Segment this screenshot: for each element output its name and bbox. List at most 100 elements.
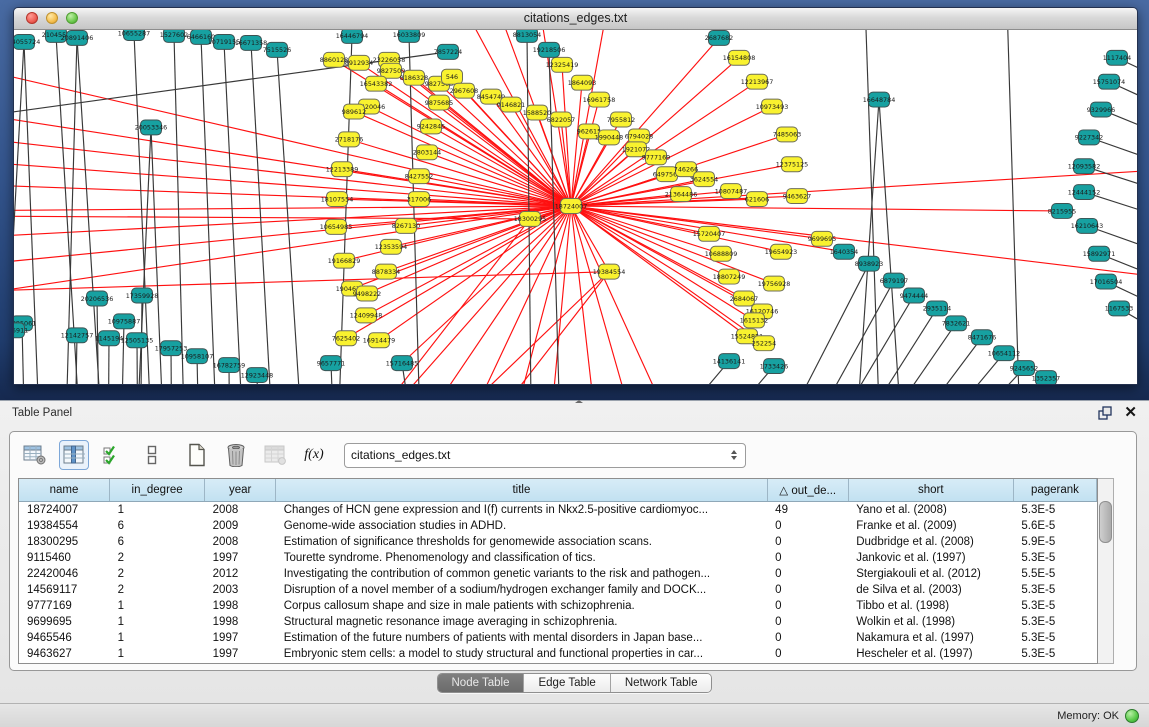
- network-node[interactable]: 10654112: [988, 346, 1021, 361]
- network-node[interactable]: 8215955: [1048, 204, 1076, 219]
- network-node[interactable]: 8878334: [372, 264, 400, 279]
- row-options-button[interactable]: [137, 440, 167, 470]
- network-node[interactable]: 1990448: [595, 130, 623, 145]
- network-node[interactable]: 7485063: [773, 127, 801, 142]
- network-node[interactable]: 2684067: [730, 291, 758, 306]
- network-node[interactable]: 19218506: [533, 42, 566, 57]
- network-node[interactable]: 1352357: [1032, 371, 1060, 384]
- network-node[interactable]: 18107554: [321, 192, 354, 207]
- tab-node-table[interactable]: Node Table: [438, 674, 525, 692]
- column-header[interactable]: pagerank: [1013, 479, 1096, 502]
- table-row[interactable]: 911546021997Tourette syndrome. Phenomeno…: [19, 550, 1097, 566]
- table-row[interactable]: 1830029562008Estimation of significance …: [19, 534, 1097, 550]
- tab-network-table[interactable]: Network Table: [611, 674, 712, 692]
- network-node[interactable]: 16446794: [336, 30, 369, 43]
- network-node[interactable]: 10654985: [320, 219, 353, 234]
- column-header[interactable]: in_degree: [110, 479, 205, 502]
- network-node[interactable]: 8912934: [345, 55, 373, 70]
- table-row[interactable]: 2242004622012Investigating the contribut…: [19, 566, 1097, 582]
- network-node[interactable]: 8267130: [392, 218, 420, 233]
- network-node[interactable]: 19166829: [328, 253, 361, 268]
- network-node[interactable]: 12213389: [326, 162, 359, 177]
- network-node[interactable]: 9227342: [1075, 130, 1103, 145]
- table-row[interactable]: 1938455462009Genome-wide association stu…: [19, 518, 1097, 534]
- network-node[interactable]: 20206536: [81, 291, 114, 306]
- network-node[interactable]: 12325419: [546, 57, 579, 72]
- network-node[interactable]: 12142757: [61, 328, 94, 343]
- network-node[interactable]: 9875685: [425, 95, 453, 110]
- network-node[interactable]: 12093582: [1068, 159, 1101, 174]
- network-node[interactable]: 15892971: [1083, 246, 1116, 261]
- network-node[interactable]: 6822057: [547, 112, 575, 127]
- float-panel-icon[interactable]: [1098, 406, 1112, 420]
- table-row[interactable]: 977716911998Corpus callosum shape and si…: [19, 598, 1097, 614]
- network-node[interactable]: 8938923: [855, 256, 883, 271]
- table-row[interactable]: 1456911722003Disruption of a novel membe…: [19, 582, 1097, 598]
- network-node[interactable]: 12409948: [350, 308, 383, 323]
- network-node[interactable]: 9329966: [1087, 102, 1115, 117]
- network-node[interactable]: 989612: [342, 104, 366, 119]
- network-node[interactable]: 19384554: [593, 264, 626, 279]
- splitter-handle[interactable]: [575, 400, 589, 405]
- network-node[interactable]: 546: [442, 69, 463, 84]
- network-node[interactable]: 1167533: [1105, 301, 1133, 316]
- network-node[interactable]: 12444152: [1068, 185, 1101, 200]
- network-node[interactable]: 24055724: [14, 34, 40, 49]
- table-row[interactable]: 946554611997Estimation of the future num…: [19, 630, 1097, 646]
- network-node[interactable]: 12923448: [241, 368, 274, 383]
- network-node[interactable]: 9463627: [783, 189, 811, 204]
- network-node[interactable]: 9474444: [900, 288, 928, 303]
- network-node[interactable]: 19756928: [758, 276, 791, 291]
- select-columns-button[interactable]: [98, 440, 128, 470]
- function-builder-button[interactable]: f(x): [299, 440, 329, 470]
- show-columns-button[interactable]: [59, 440, 89, 470]
- network-node[interactable]: 8427552: [405, 169, 433, 184]
- network-node[interactable]: 17359928: [126, 288, 159, 303]
- network-node[interactable]: 1615132: [740, 313, 768, 328]
- network-node[interactable]: 2803144: [413, 145, 441, 160]
- delete-table-button[interactable]: [221, 440, 251, 470]
- column-header[interactable]: name: [19, 479, 110, 502]
- network-node[interactable]: 16648784: [863, 92, 896, 107]
- network-node[interactable]: 1117404: [1103, 50, 1131, 65]
- network-node[interactable]: 3624554: [690, 172, 718, 187]
- network-node[interactable]: 9245652: [1010, 361, 1038, 376]
- network-node[interactable]: 12375125: [776, 157, 809, 172]
- network-node[interactable]: 1640354: [830, 244, 858, 259]
- network-window-titlebar[interactable]: citations_edges.txt: [14, 8, 1137, 30]
- network-table-selector[interactable]: citations_edges.txt: [344, 443, 746, 468]
- scrollbar-thumb[interactable]: [1099, 501, 1112, 543]
- network-node[interactable]: 9498222: [353, 286, 381, 301]
- network-node[interactable]: 19654923: [765, 244, 798, 259]
- network-node[interactable]: 1864093: [568, 75, 596, 90]
- new-table-button[interactable]: [182, 440, 212, 470]
- network-node[interactable]: 20053346: [135, 120, 168, 135]
- column-header[interactable]: △ out_de...: [767, 479, 848, 502]
- network-node[interactable]: 16914479: [363, 333, 396, 348]
- network-node[interactable]: 9657771: [317, 356, 345, 371]
- network-node[interactable]: 16210643: [1071, 218, 1104, 233]
- network-node[interactable]: 9699695: [808, 231, 836, 246]
- network-node[interactable]: 317006: [407, 192, 431, 207]
- network-node[interactable]: 6879197: [880, 273, 908, 288]
- tab-edge-table[interactable]: Edge Table: [524, 674, 610, 692]
- network-node[interactable]: 9242845: [417, 119, 445, 134]
- network-canvas[interactable]: 8860128891293423226058982750981863281654…: [14, 30, 1137, 384]
- network-node[interactable]: 10975887: [108, 314, 141, 329]
- network-node[interactable]: 7625402: [332, 331, 360, 346]
- network-node[interactable]: 1145194: [95, 331, 123, 346]
- network-node[interactable]: 7857224: [434, 44, 462, 59]
- network-node[interactable]: 7832621: [942, 316, 970, 331]
- network-node[interactable]: 7515526: [263, 42, 291, 57]
- network-node[interactable]: 16961758: [583, 92, 616, 107]
- network-node[interactable]: 8471676: [968, 330, 996, 345]
- network-node[interactable]: 14136141: [713, 354, 746, 369]
- column-header[interactable]: short: [848, 479, 1013, 502]
- table-settings-button[interactable]: [20, 440, 50, 470]
- table-scrollbar[interactable]: [1098, 478, 1114, 664]
- network-node[interactable]: 7955812: [607, 112, 635, 127]
- column-header[interactable]: year: [205, 479, 276, 502]
- network-node[interactable]: 12213967: [741, 74, 774, 89]
- network-node[interactable]: 1733426: [760, 359, 788, 374]
- table-row[interactable]: 946362711997Embryonic stem cells: a mode…: [19, 646, 1097, 662]
